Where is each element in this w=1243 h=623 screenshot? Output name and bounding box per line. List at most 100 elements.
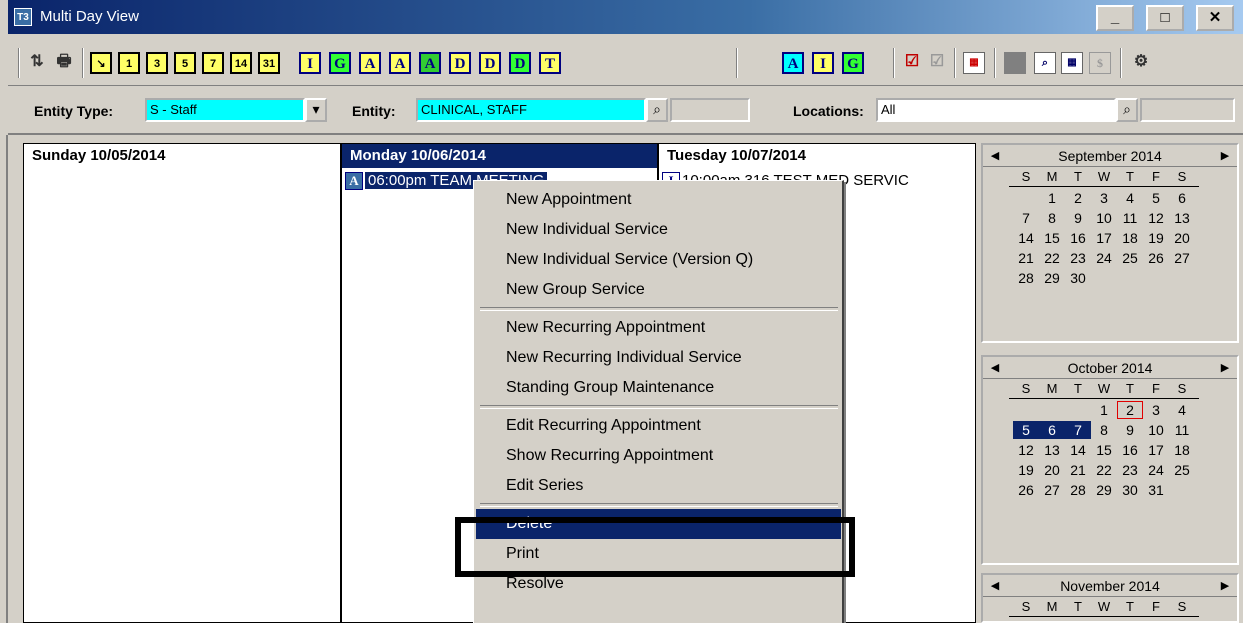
calendar-day[interactable]: 1 xyxy=(1039,189,1065,207)
calendar-day[interactable]: 2 xyxy=(1065,189,1091,207)
calendar-day[interactable]: 13 xyxy=(1169,209,1195,227)
calendar-day[interactable]: 17 xyxy=(1091,229,1117,247)
menu-item-new-recurring-appointment[interactable]: New Recurring Appointment xyxy=(476,313,841,343)
mini-calendar-september[interactable]: September 2014 ◀ ▶ S M T W T F S 1 2 3 4 5 6 7 8 9 10 11 12 13… xyxy=(981,143,1239,343)
calendar-day[interactable]: 22 xyxy=(1039,249,1065,267)
title-bar[interactable]: T3 Multi Day View _ □ ✕ xyxy=(8,0,1243,34)
check-grey-icon[interactable]: ☑ xyxy=(926,52,948,74)
mini-calendar-october[interactable]: October 2014 ◀ ▶ S M T W T F S 1 2 3 4 5 6 7 8 9 10 11 12 13 14… xyxy=(981,355,1239,565)
calendar-day[interactable]: 23 xyxy=(1065,249,1091,267)
calendar-day[interactable]: 25 xyxy=(1169,461,1195,479)
menu-item-edit-series[interactable]: Edit Series xyxy=(476,471,841,501)
calendar-day[interactable]: 1 xyxy=(1091,401,1117,419)
calendar-day[interactable]: 26 xyxy=(1143,249,1169,267)
calendar-day[interactable]: 5 xyxy=(1143,189,1169,207)
menu-item-new-individual-service[interactable]: New Individual Service xyxy=(476,215,841,245)
calendar-day[interactable]: 27 xyxy=(1169,249,1195,267)
day-header[interactable]: Monday 10/06/2014 xyxy=(342,144,657,168)
chevron-right-icon[interactable]: ▶ xyxy=(1215,145,1235,167)
locations-field[interactable]: All xyxy=(876,98,1116,122)
properties-icon[interactable]: ⚙ xyxy=(1130,52,1152,74)
calendar-day[interactable]: 21 xyxy=(1013,249,1039,267)
calendar-day[interactable]: 30 xyxy=(1117,481,1143,499)
calendar-day[interactable]: 8 xyxy=(1039,209,1065,227)
day-column-sunday[interactable]: Sunday 10/05/2014 xyxy=(23,143,341,623)
calendar-day[interactable]: 19 xyxy=(1013,461,1039,479)
calendar-day[interactable]: 28 xyxy=(1013,269,1039,287)
search-icon[interactable]: ⌕ xyxy=(646,98,668,122)
check-red-icon[interactable]: ☑ xyxy=(901,52,923,74)
calendar-day[interactable]: 31 xyxy=(1143,481,1169,499)
close-button[interactable]: ✕ xyxy=(1196,5,1234,31)
calendar-day[interactable]: 16 xyxy=(1117,441,1143,459)
letter-g-button[interactable]: G xyxy=(329,52,351,74)
calendar-day[interactable]: 7 xyxy=(1065,421,1091,439)
calendar-day[interactable]: 24 xyxy=(1091,249,1117,267)
calendar-day[interactable]: 18 xyxy=(1169,441,1195,459)
letter-a-button[interactable]: A xyxy=(419,52,441,74)
letter-a-button[interactable]: A xyxy=(359,52,381,74)
days-14-button[interactable]: 14 xyxy=(230,52,252,74)
letter-a-button[interactable]: A xyxy=(389,52,411,74)
days-3-button[interactable]: 3 xyxy=(146,52,168,74)
goto-date-icon[interactable]: ↘ xyxy=(90,52,112,74)
calendar-day[interactable]: 9 xyxy=(1117,421,1143,439)
calendar-day[interactable]: 14 xyxy=(1013,229,1039,247)
letter-a-button[interactable]: A xyxy=(782,52,804,74)
letter-d-button[interactable]: D xyxy=(509,52,531,74)
calendar-day[interactable]: 25 xyxy=(1117,249,1143,267)
letter-i-button[interactable]: I xyxy=(299,52,321,74)
calendar-day[interactable]: 19 xyxy=(1143,229,1169,247)
calendar-day[interactable]: 3 xyxy=(1091,189,1117,207)
days-31-button[interactable]: 31 xyxy=(258,52,280,74)
calendar-day[interactable]: 2 xyxy=(1117,401,1143,419)
calendar-day[interactable]: 24 xyxy=(1143,461,1169,479)
minimize-button[interactable]: _ xyxy=(1096,5,1134,31)
calendar-day[interactable]: 7 xyxy=(1013,209,1039,227)
days-5-button[interactable]: 5 xyxy=(174,52,196,74)
menu-item-edit-recurring-appointment[interactable]: Edit Recurring Appointment xyxy=(476,411,841,441)
calendar-day[interactable]: 12 xyxy=(1143,209,1169,227)
days-1-button[interactable]: 1 xyxy=(118,52,140,74)
menu-item-new-appointment[interactable]: New Appointment xyxy=(476,185,841,215)
menu-item-new-individual-service-version-q[interactable]: New Individual Service (Version Q) xyxy=(476,245,841,275)
calendar-day[interactable]: 12 xyxy=(1013,441,1039,459)
calendar-day[interactable]: 29 xyxy=(1039,269,1065,287)
menu-item-new-group-service[interactable]: New Group Service xyxy=(476,275,841,305)
letter-i-button[interactable]: I xyxy=(812,52,834,74)
calendar-day[interactable]: 17 xyxy=(1143,441,1169,459)
week-calendar-icon[interactable]: ▦ xyxy=(1061,52,1083,74)
calendar-day[interactable]: 29 xyxy=(1091,481,1117,499)
calendar-day[interactable]: 6 xyxy=(1039,421,1065,439)
menu-item-new-recurring-individual-service[interactable]: New Recurring Individual Service xyxy=(476,343,841,373)
mini-calendar-november[interactable]: November 2014 ◀ ▶ S M T W T F S xyxy=(981,573,1239,623)
calendar-day[interactable]: 14 xyxy=(1065,441,1091,459)
find-calendar-icon[interactable]: ⌕ xyxy=(1034,52,1056,74)
calendar-day[interactable]: 4 xyxy=(1117,189,1143,207)
printer-icon[interactable]: 🖶 xyxy=(53,52,75,74)
calendar-day[interactable]: 22 xyxy=(1091,461,1117,479)
calendar-icon[interactable]: ▦ xyxy=(963,52,985,74)
chevron-left-icon[interactable]: ◀ xyxy=(985,357,1005,379)
calendar-day[interactable]: 6 xyxy=(1169,189,1195,207)
calendar-day[interactable]: 28 xyxy=(1065,481,1091,499)
calendar-day[interactable]: 16 xyxy=(1065,229,1091,247)
chevron-left-icon[interactable]: ◀ xyxy=(985,575,1005,597)
entity-type-select[interactable]: S - Staff xyxy=(145,98,305,122)
calendar-day[interactable]: 20 xyxy=(1039,461,1065,479)
calendar-day[interactable]: 30 xyxy=(1065,269,1091,287)
calendar-day[interactable]: 15 xyxy=(1039,229,1065,247)
chevron-right-icon[interactable]: ▶ xyxy=(1215,357,1235,379)
calendar-day[interactable]: 8 xyxy=(1091,421,1117,439)
calendar-day[interactable]: 9 xyxy=(1065,209,1091,227)
calendar-day[interactable]: 10 xyxy=(1091,209,1117,227)
menu-item-standing-group-maintenance[interactable]: Standing Group Maintenance xyxy=(476,373,841,403)
maximize-button[interactable]: □ xyxy=(1146,5,1184,31)
letter-d-button[interactable]: D xyxy=(479,52,501,74)
menu-item-show-recurring-appointment[interactable]: Show Recurring Appointment xyxy=(476,441,841,471)
chevron-down-icon[interactable]: ▾ xyxy=(305,98,327,122)
calendar-day[interactable]: 23 xyxy=(1117,461,1143,479)
calendar-day[interactable]: 26 xyxy=(1013,481,1039,499)
calendar-day[interactable]: 13 xyxy=(1039,441,1065,459)
calendar-day[interactable]: 21 xyxy=(1065,461,1091,479)
